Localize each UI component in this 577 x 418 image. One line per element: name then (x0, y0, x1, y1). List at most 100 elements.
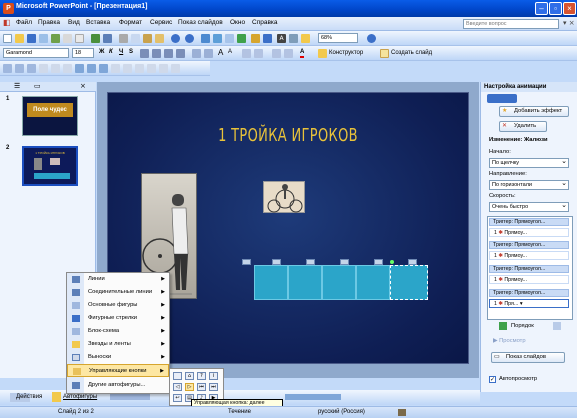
table-icon[interactable] (213, 34, 222, 43)
maximize-button[interactable]: ▫ (549, 2, 562, 15)
menu-item-action-buttons[interactable]: Управляющие кнопки ▶ (67, 364, 169, 377)
menu-window[interactable]: Окно (230, 19, 245, 26)
menu-tools[interactable]: Сервис (150, 19, 172, 26)
photo-tricycle[interactable] (263, 181, 305, 213)
sound-icon[interactable] (374, 259, 383, 265)
start-select[interactable]: По щелчку (489, 157, 569, 168)
panel-close-icon[interactable]: × (80, 82, 86, 90)
paste-icon[interactable] (143, 34, 152, 43)
menu-item-lines[interactable]: Линии ▶ (67, 273, 169, 286)
help-close-icon[interactable]: ▾ × (563, 19, 575, 27)
action-start-icon[interactable]: ⏮ (197, 383, 206, 391)
spelling-status-icon[interactable] (398, 409, 406, 416)
sound-icon[interactable] (340, 259, 349, 265)
line-arrow-rect-oval-icons[interactable] (110, 394, 150, 400)
sound-icon[interactable] (408, 259, 417, 265)
expand-icon[interactable] (263, 34, 272, 43)
action-next-icon[interactable]: ▷ (185, 383, 194, 391)
format-painter-icon[interactable] (155, 34, 164, 43)
action-help-icon[interactable]: ? (197, 372, 206, 380)
shadow-button[interactable]: S (129, 49, 133, 55)
menu-slideshow[interactable]: Показ слайдов (178, 19, 223, 26)
actions-button[interactable]: Действия (16, 394, 42, 400)
designer-button[interactable]: Конструктор (329, 50, 363, 56)
menu-file[interactable]: Файл (16, 19, 32, 26)
toolbar-icon-14[interactable] (159, 64, 168, 73)
menu-item-callouts[interactable]: Выноски ▶ (67, 351, 169, 364)
bold-button[interactable]: Ж (99, 49, 104, 55)
zoom-select[interactable]: 68% (318, 33, 358, 43)
slides-tab-icon[interactable]: ▭ (34, 82, 41, 90)
speed-select[interactable]: Очень быстро (489, 201, 569, 212)
toolbar-icon-6[interactable] (63, 64, 72, 73)
color-grayscale-icon[interactable] (301, 34, 310, 43)
action-info-icon[interactable]: i (209, 372, 218, 380)
insert-picture-icon[interactable] (237, 34, 246, 43)
trigger-header[interactable]: Триггер: Прямоугол... (489, 265, 569, 273)
action-home-icon[interactable]: ⌂ (185, 372, 194, 380)
trigger-header[interactable]: Триггер: Прямоугол... (489, 289, 569, 297)
align-right-icon[interactable] (164, 49, 173, 58)
menu-item-connectors[interactable]: Соединительные линии ▶ (67, 286, 169, 299)
remove-button[interactable]: ✕ Удалить (499, 121, 547, 132)
toolbar-icon-13[interactable] (147, 64, 156, 73)
animation-item[interactable]: 1 ✱ Прямоу... (489, 251, 569, 260)
font-size-select[interactable]: 18 (72, 48, 94, 58)
autopreview-checkbox[interactable]: ✓ (489, 376, 496, 383)
tables-borders-icon[interactable] (225, 34, 234, 43)
decrease-indent-icon[interactable] (242, 49, 251, 58)
answer-cell-5[interactable] (390, 265, 428, 300)
toolbar-icon-1[interactable] (3, 64, 12, 73)
animation-item[interactable]: 1 ✱ Прямоу... (489, 228, 569, 237)
toolbar-icon-7[interactable] (75, 64, 84, 73)
menu-insert[interactable]: Вставка (86, 19, 110, 26)
menu-item-flowchart[interactable]: Блок-схема ▶ (67, 325, 169, 338)
sound-icon[interactable] (242, 259, 251, 265)
toolbar-icon-4[interactable] (39, 64, 48, 73)
print-icon[interactable] (63, 34, 72, 43)
redo-icon[interactable] (185, 34, 194, 43)
slide-thumbnail-2[interactable]: 1 ТРОЙКА ИГРОКОВ (22, 146, 78, 186)
cut-icon[interactable] (119, 34, 128, 43)
direction-select[interactable]: По горизонтали (489, 179, 569, 190)
action-back-icon[interactable]: ◁ (173, 383, 182, 391)
research-icon[interactable] (103, 34, 112, 43)
animation-item[interactable]: 1 ✱ Прямоу... (489, 275, 569, 284)
rotate-handle-icon[interactable] (390, 260, 394, 264)
help-search-input[interactable]: Введите вопрос (463, 19, 559, 29)
menu-item-more-autoshapes[interactable]: Другие автофигуры... (67, 379, 169, 392)
close-button[interactable]: × (563, 2, 576, 15)
action-custom-icon[interactable] (173, 372, 182, 380)
preview-icon[interactable] (75, 34, 84, 43)
shrink-font-icon[interactable]: A (228, 49, 232, 55)
align-center-icon[interactable] (152, 49, 161, 58)
show-formatting-icon[interactable]: A (277, 34, 286, 43)
italic-button[interactable]: К (109, 49, 113, 55)
spelling-icon[interactable] (91, 34, 100, 43)
align-left-icon[interactable] (140, 49, 149, 58)
minimize-button[interactable]: – (535, 2, 548, 15)
bullets-icon[interactable] (204, 49, 213, 58)
autoshapes-button[interactable]: Автофигуры (63, 394, 97, 400)
toolbar-icon-3[interactable] (27, 64, 36, 73)
pane-nav-icon[interactable] (487, 94, 517, 103)
toolbar-icon-8[interactable] (87, 64, 96, 73)
menu-item-block-arrows[interactable]: Фигурные стрелки ▶ (67, 312, 169, 325)
color-tools-icons[interactable] (285, 394, 341, 400)
decrease-spacing-icon[interactable] (272, 49, 281, 58)
slideshow-button[interactable]: ▭ Показ слайдов (491, 352, 565, 363)
numbering-icon[interactable] (192, 49, 201, 58)
menu-edit[interactable]: Правка (38, 19, 60, 26)
toolbar-icon-2[interactable] (15, 64, 24, 73)
menu-help[interactable]: Справка (252, 19, 278, 26)
outline-tab-icon[interactable]: ☰ (14, 82, 20, 90)
copy-icon[interactable] (131, 34, 140, 43)
hyperlink-icon[interactable] (251, 34, 260, 43)
select-icon[interactable] (52, 392, 61, 402)
action-return-icon[interactable]: ↩ (173, 394, 182, 402)
document-icon[interactable]: ◧ (3, 18, 11, 27)
open-icon[interactable] (15, 34, 24, 43)
menu-item-basic-shapes[interactable]: Основные фигуры ▶ (67, 299, 169, 312)
animation-list[interactable]: Триггер: Прямоугол... 1 ✱ Прямоу... Триг… (487, 216, 573, 320)
toolbar-icon-9[interactable] (99, 64, 108, 73)
